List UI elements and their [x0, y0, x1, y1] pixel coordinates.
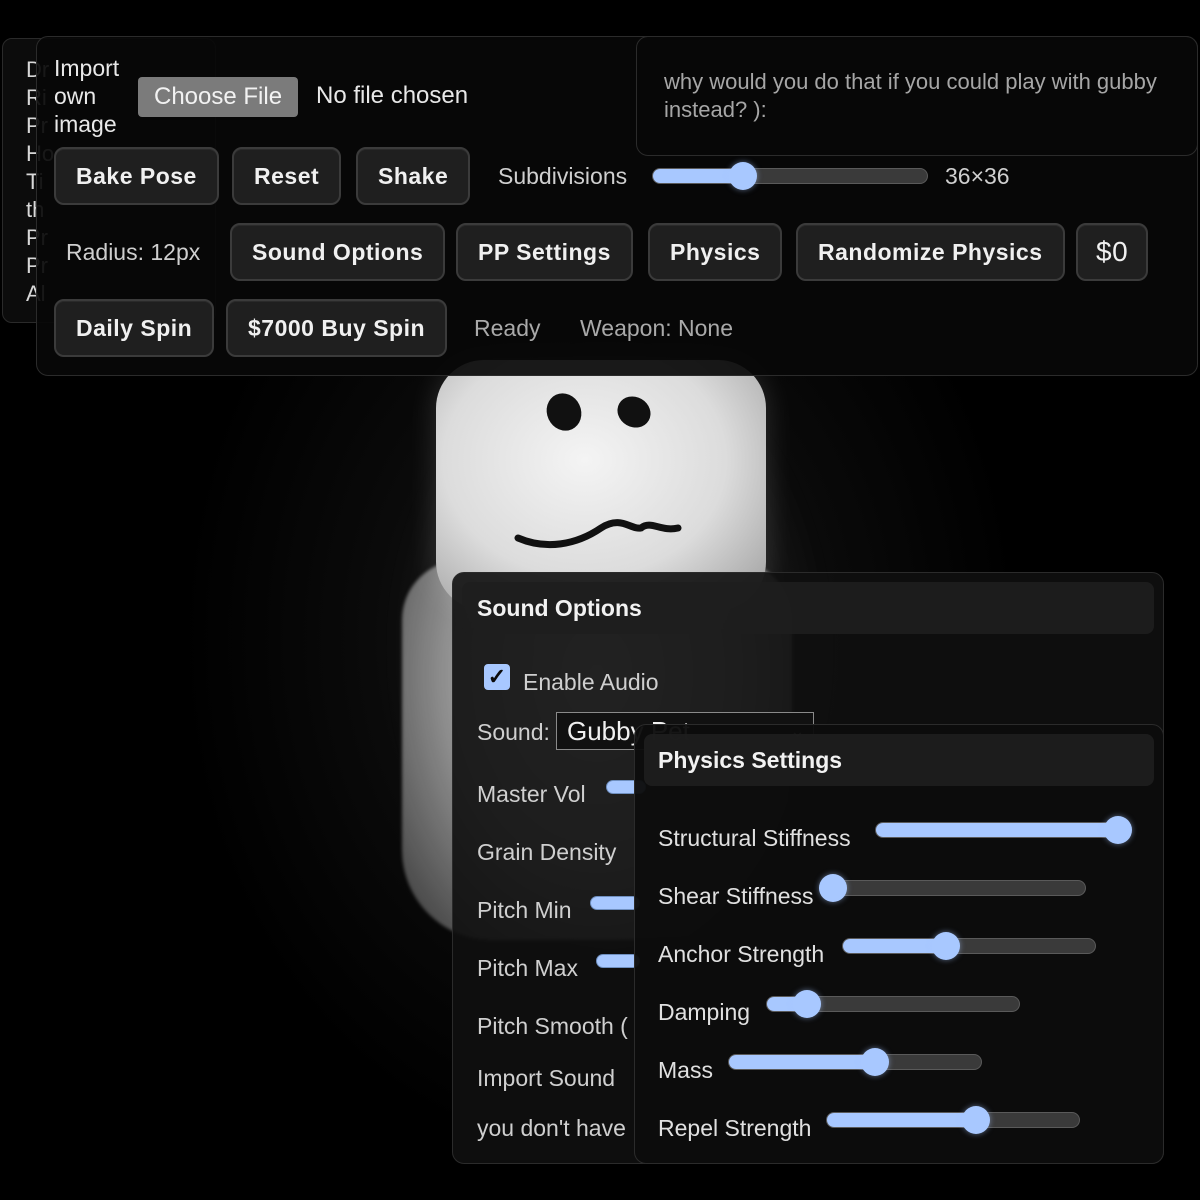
reset-button[interactable]: Reset	[232, 147, 342, 205]
buy-spin-button[interactable]: $7000 Buy Spin	[226, 299, 448, 357]
shear-stiffness-label: Shear Stiffness	[658, 883, 814, 909]
import-image-label: Import own image	[54, 55, 120, 137]
bake-pose-button[interactable]: Bake Pose	[54, 147, 219, 205]
structural-stiffness-slider[interactable]	[875, 816, 1132, 844]
slider-thumb[interactable]	[1103, 816, 1132, 844]
slider-thumb[interactable]	[961, 1106, 990, 1134]
sound-select-label: Sound:	[477, 719, 550, 745]
money-button[interactable]: $0	[1076, 223, 1149, 281]
anchor-strength-label: Anchor Strength	[658, 941, 825, 967]
enable-audio-label: Enable Audio	[523, 669, 659, 695]
master-vol-label: Master Vol	[477, 781, 586, 807]
physics-settings-title: Physics Settings	[644, 734, 1154, 786]
slider-fill	[729, 1055, 876, 1069]
anchor-strength-slider[interactable]	[842, 932, 1096, 960]
randomize-physics-button[interactable]: Randomize Physics	[796, 223, 1065, 281]
slider-fill	[876, 823, 1118, 837]
daily-spin-button[interactable]: Daily Spin	[54, 299, 215, 357]
mass-label: Mass	[658, 1057, 713, 1083]
sound-options-button[interactable]: Sound Options	[230, 223, 446, 281]
enable-audio-checkbox[interactable]: ✓	[484, 664, 510, 690]
sound-note-text: you don't have	[477, 1115, 626, 1141]
damping-label: Damping	[658, 999, 751, 1025]
mass-slider[interactable]	[728, 1048, 982, 1076]
damping-slider[interactable]	[766, 990, 1020, 1018]
quip-text: why would you do that if you could play …	[664, 69, 1157, 122]
pitch-min-slider[interactable]	[590, 896, 640, 910]
file-status-text: No file chosen	[316, 82, 469, 109]
slider-thumb[interactable]	[819, 874, 847, 902]
subdivisions-label: Subdivisions	[498, 163, 628, 189]
shear-stiffness-slider[interactable]	[819, 874, 1086, 902]
repel-strength-slider[interactable]	[826, 1106, 1080, 1134]
sound-options-title: Sound Options	[462, 582, 1154, 634]
grain-density-label: Grain Density	[477, 839, 617, 865]
status-text: Ready	[474, 315, 541, 341]
pitch-min-label: Pitch Min	[477, 897, 572, 923]
radius-readout: Radius: 12px	[66, 239, 201, 265]
weapon-status: Weapon: None	[580, 315, 734, 341]
subdivisions-value: 36×36	[945, 163, 1010, 189]
subdivisions-slider[interactable]	[652, 162, 928, 190]
import-sound-label: Import Sound	[477, 1065, 616, 1091]
pitch-max-label: Pitch Max	[477, 955, 578, 981]
physics-button[interactable]: Physics	[648, 223, 783, 281]
shake-button[interactable]: Shake	[356, 147, 471, 205]
choose-file-button[interactable]: Choose File	[138, 77, 299, 117]
repel-strength-label: Repel Strength	[658, 1115, 812, 1141]
slider-fill	[827, 1113, 976, 1127]
slider-fill	[843, 939, 947, 953]
pp-settings-button[interactable]: PP Settings	[456, 223, 633, 281]
slider-thumb[interactable]	[861, 1048, 890, 1076]
structural-stiffness-label: Structural Stiffness	[658, 825, 851, 851]
pitch-smooth-label: Pitch Smooth (	[477, 1013, 628, 1039]
